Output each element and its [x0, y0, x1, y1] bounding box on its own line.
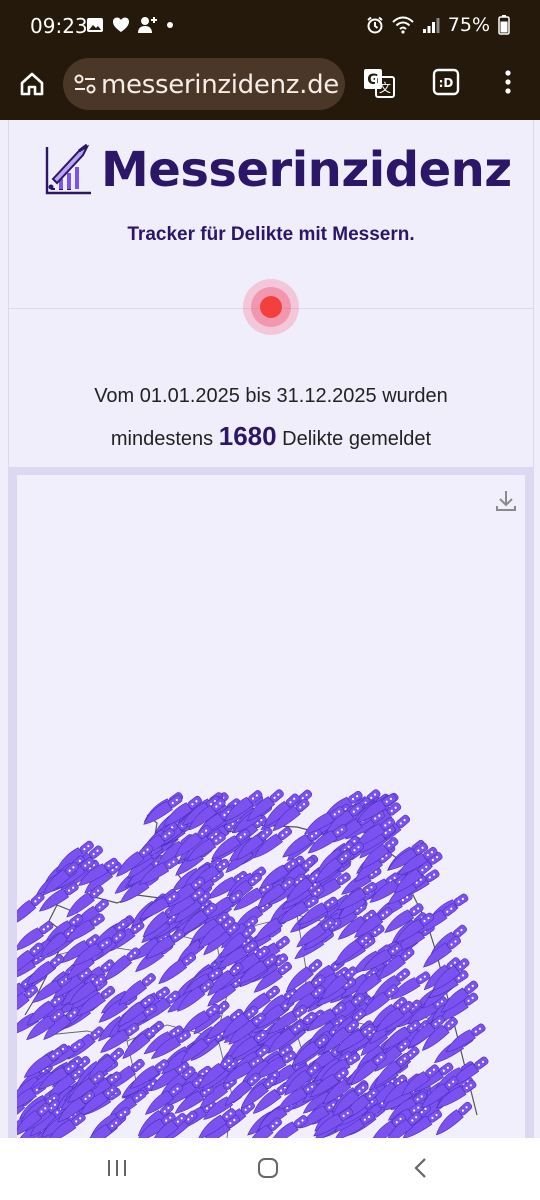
system-icons: 75%: [366, 14, 510, 36]
url-text: messerinzidenz.de: [101, 70, 339, 100]
menu-icon[interactable]: [500, 68, 516, 96]
back-icon[interactable]: [412, 1157, 428, 1179]
incident-map[interactable]: [17, 475, 525, 1138]
summary-middle: mindestens: [110, 428, 214, 450]
recent-apps-icon[interactable]: [106, 1158, 128, 1178]
summary-line-2: mindestens 1680 Delikte gemeldet: [9, 416, 533, 459]
summary-line-1: Vom 01.01.2025 bis 31.12.2025 wurden: [94, 385, 448, 407]
system-navigation-bar: [0, 1138, 540, 1200]
site-settings-icon[interactable]: [73, 73, 97, 95]
knife-markers-map: [17, 789, 489, 1138]
alarm-icon: [367, 16, 383, 34]
contact-add-icon: [138, 17, 157, 33]
knife-chart-logo-icon: [45, 143, 91, 195]
translate-icon[interactable]: G文: [362, 66, 396, 100]
web-page: Messerinzidenz Tracker für Delikte mit M…: [8, 120, 534, 1138]
knife-marker-layer: [17, 789, 489, 1138]
signal-icon: [422, 18, 440, 33]
notification-icons: [86, 16, 174, 34]
summary-suffix: Delikte gemeldet: [282, 428, 432, 450]
home-button-icon[interactable]: [257, 1157, 279, 1179]
wifi-icon: [392, 16, 414, 34]
svg-text:G: G: [367, 72, 379, 88]
incident-count: 1680: [218, 421, 277, 451]
heart-icon: [113, 17, 129, 32]
address-bar[interactable]: messerinzidenz.de: [63, 58, 345, 110]
site-title: Messerinzidenz: [101, 142, 512, 198]
browser-toolbar: messerinzidenz.de G文 :D: [0, 56, 540, 120]
gallery-icon: [87, 18, 103, 32]
site-tagline: Tracker für Delikte mit Messern.: [127, 224, 415, 245]
incident-summary: Vom 01.01.2025 bis 31.12.2025 wurden min…: [9, 376, 533, 459]
more-notifications-icon: [167, 22, 173, 28]
live-indicator: [243, 279, 299, 335]
svg-text:文: 文: [379, 80, 391, 95]
status-time: 09:23: [30, 14, 88, 38]
status-bar: 09:23 75%: [0, 0, 540, 56]
site-logo[interactable]: Messerinzidenz: [43, 142, 512, 198]
battery-icon: [498, 15, 510, 35]
map-container: [9, 467, 533, 1138]
home-icon[interactable]: [18, 70, 46, 98]
tab-switcher-icon[interactable]: :D: [432, 68, 460, 96]
battery-percent: 75%: [447, 14, 490, 36]
svg-text::D: :D: [439, 76, 454, 90]
